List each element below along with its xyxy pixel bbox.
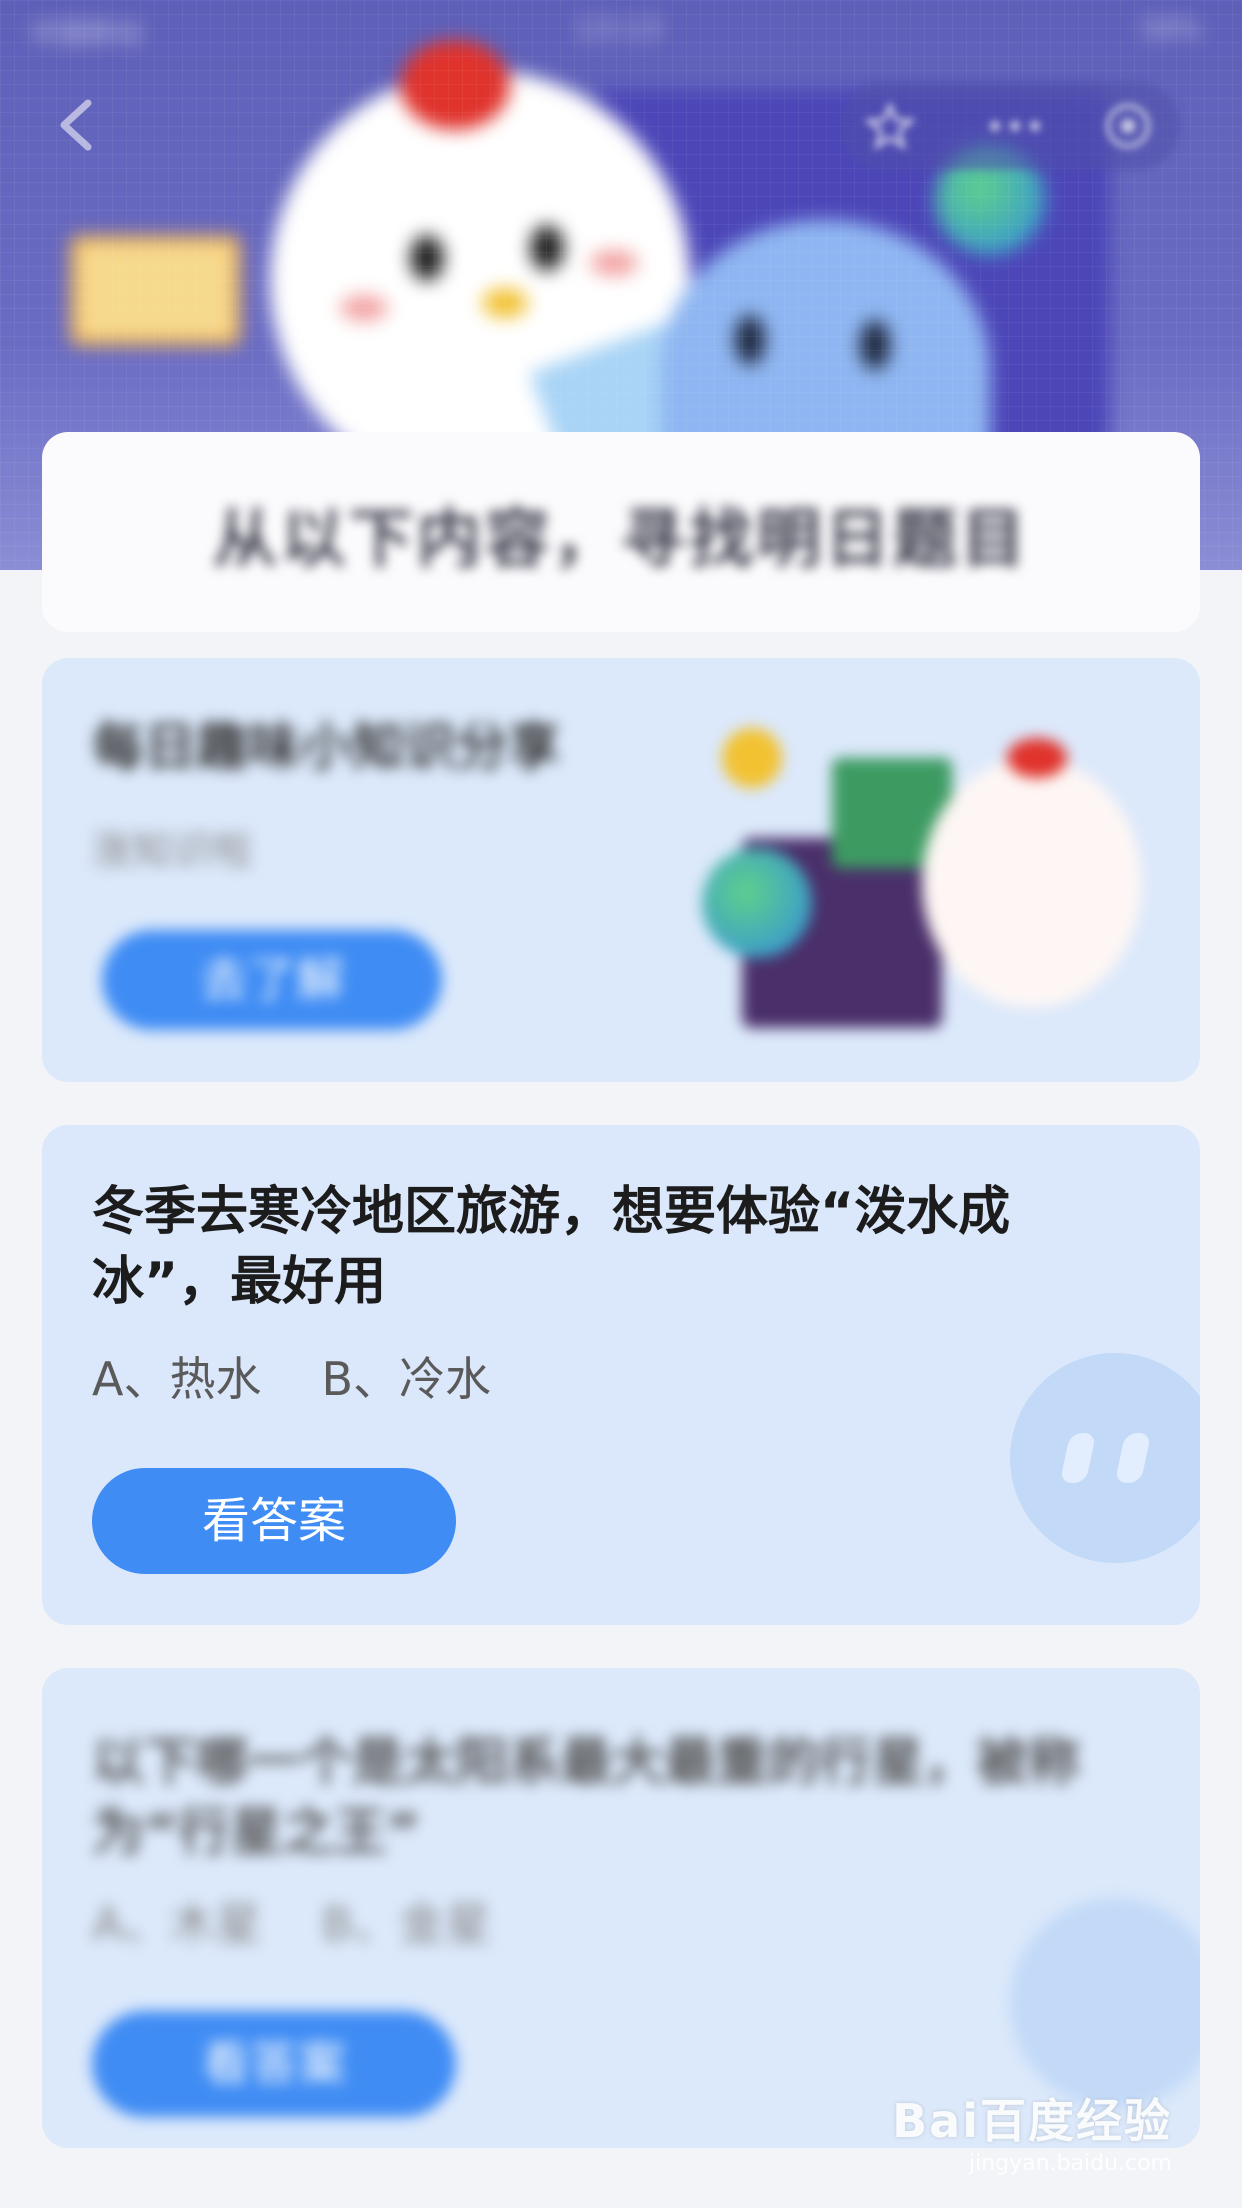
chick-mascot bbox=[270, 70, 690, 490]
knowledge-card[interactable]: 每日趣味小知识分享 涨知识啦 去了解 bbox=[42, 658, 1200, 1082]
question-card-2: 以下哪一个是太阳系最大最重的行星，被称为“行星之王” A、木星 B、金星 看答案 bbox=[42, 1668, 1200, 2148]
chick-cheek-left bbox=[340, 295, 388, 321]
more-icon[interactable] bbox=[980, 100, 1050, 152]
carrier-label: 中国移动 bbox=[30, 17, 143, 50]
blue-eye-right bbox=[860, 320, 890, 370]
question-text: 冬季去寒冷地区旅游，想要体验“泼水成冰”，最好用 bbox=[92, 1182, 1011, 1312]
learn-more-button[interactable]: 去了解 bbox=[102, 930, 442, 1030]
star-icon[interactable] bbox=[864, 100, 916, 152]
chat-bubble-icon-2 bbox=[1010, 1898, 1200, 2108]
back-arrow-icon[interactable] bbox=[50, 95, 110, 155]
option-b-2: B、金星 bbox=[321, 1897, 492, 1951]
status-bar: 中国移动 13:13 58% bbox=[0, 0, 1242, 60]
option-a-2: A、木星 bbox=[92, 1897, 262, 1951]
knowledge-card-subtitle: 涨知识啦 bbox=[92, 828, 252, 874]
view-answer-button-2[interactable]: 看答案 bbox=[92, 2011, 456, 2117]
globe-icon bbox=[702, 848, 812, 958]
option-b: B、冷水 bbox=[321, 1352, 492, 1406]
picture-frame-illustration bbox=[70, 235, 241, 346]
chick-comb-small bbox=[1007, 738, 1067, 778]
question-card: 冬季去寒冷地区旅游，想要体验“泼水成冰”，最好用 A、热水 B、冷水 看答案 bbox=[42, 1125, 1200, 1625]
mini-program-capsule bbox=[840, 82, 1180, 170]
watermark-url: jingyan.baidu.com bbox=[968, 2151, 1172, 2176]
option-a: A、热水 bbox=[92, 1352, 262, 1406]
close-target-icon[interactable] bbox=[1102, 100, 1154, 152]
knowledge-illustration bbox=[702, 718, 1172, 1058]
watermark-brand: Bai百度经验 bbox=[892, 2094, 1172, 2148]
bubble-mark-right bbox=[1114, 1433, 1152, 1483]
baidu-jingyan-watermark: Bai百度经验 jingyan.baidu.com bbox=[892, 2085, 1172, 2176]
blue-eye-left bbox=[735, 315, 765, 365]
chick-cheek-right bbox=[590, 250, 638, 276]
chick-eye-left bbox=[410, 235, 444, 281]
header-title-card: 从以下内容，寻找明日题目 bbox=[42, 432, 1200, 632]
page-title: 从以下内容，寻找明日题目 bbox=[213, 503, 1029, 577]
chick-mascot-small bbox=[922, 758, 1142, 1008]
knowledge-card-content: 每日趣味小知识分享 涨知识啦 去了解 bbox=[42, 658, 1200, 1082]
chat-bubble-icon bbox=[1010, 1353, 1200, 1563]
lightbulb-icon bbox=[722, 728, 782, 788]
battery-level: 58% bbox=[1139, 12, 1202, 45]
question-card-2-content: 以下哪一个是太阳系最大最重的行星，被称为“行星之王” A、木星 B、金星 看答案 bbox=[42, 1668, 1200, 2148]
answer-options: A、热水 B、冷水 bbox=[92, 1343, 491, 1409]
bubble-mark-left bbox=[1059, 1433, 1097, 1483]
chick-comb bbox=[400, 40, 510, 130]
chick-beak bbox=[482, 288, 528, 318]
chick-eye-right bbox=[530, 225, 564, 271]
question-text-2: 以下哪一个是太阳系最大最重的行星，被称为“行星之王” bbox=[92, 1733, 1081, 1863]
answer-options-2: A、木星 B、金星 bbox=[92, 1888, 491, 1954]
clock: 13:13 bbox=[575, 12, 662, 47]
view-answer-button[interactable]: 看答案 bbox=[92, 1468, 456, 1574]
